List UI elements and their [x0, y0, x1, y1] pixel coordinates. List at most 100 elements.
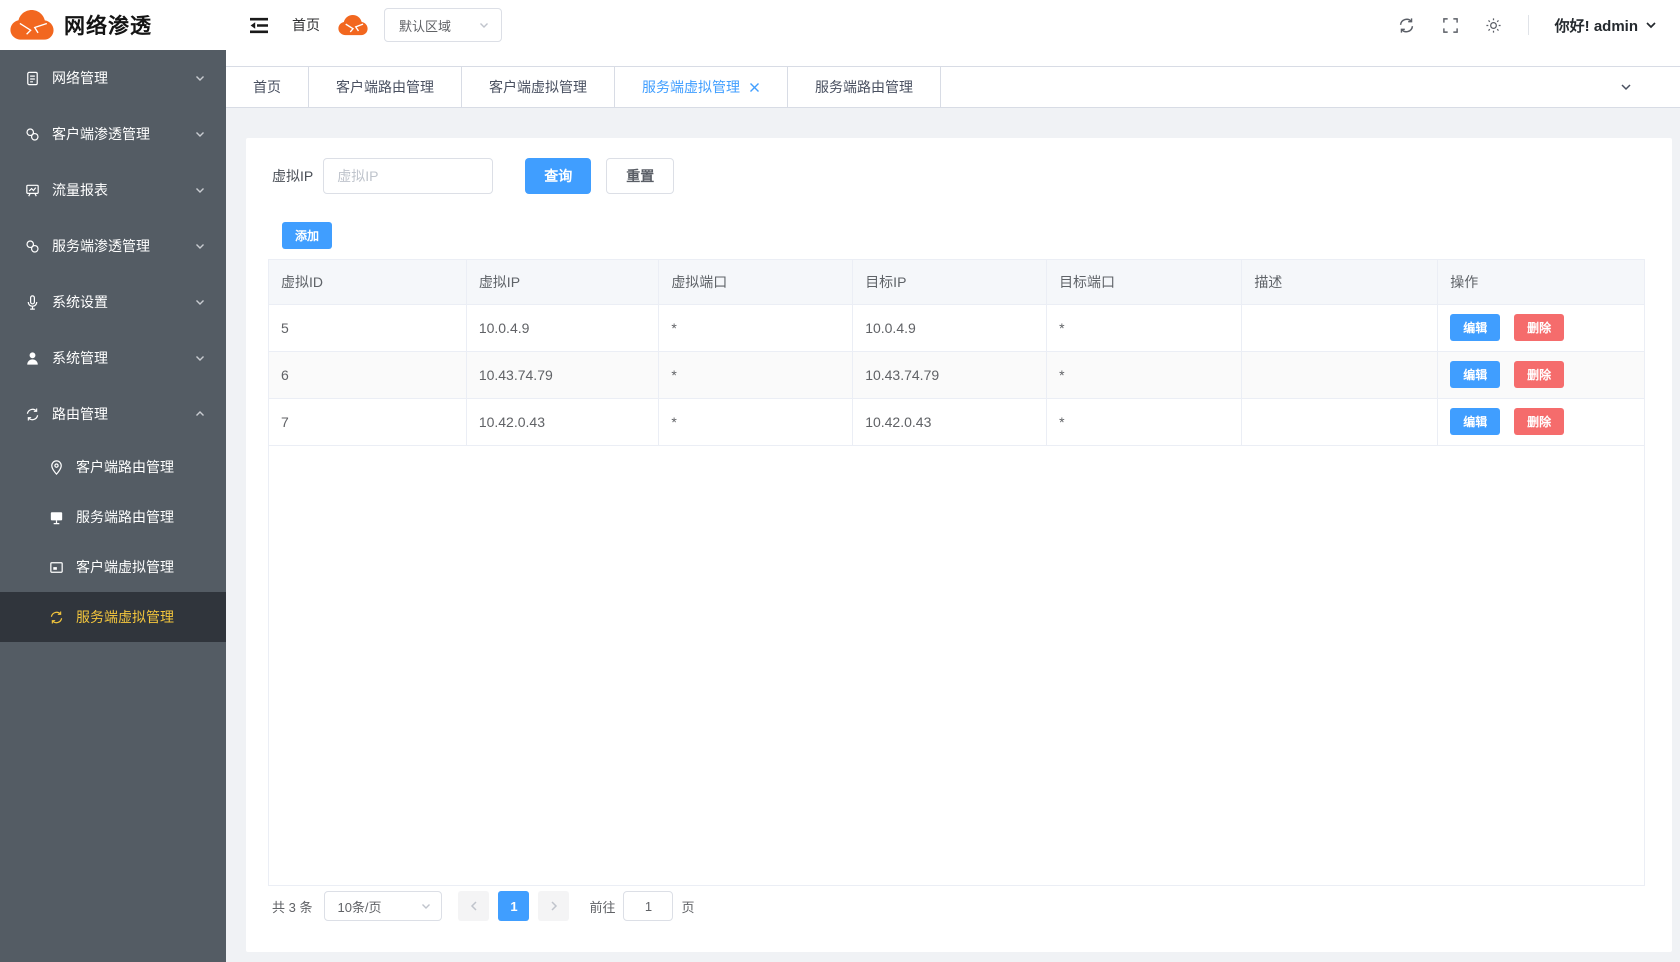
sidebar-item-label: 服务端渗透管理: [52, 236, 183, 256]
virtual-ip-input[interactable]: [323, 158, 493, 194]
col-actions: 操作: [1438, 260, 1644, 304]
cell-description: [1242, 398, 1438, 445]
add-button[interactable]: 添加: [282, 222, 332, 249]
page-size-select[interactable]: 10条/页: [324, 891, 442, 921]
cloud-logo-icon: [10, 10, 54, 41]
sidebar-item-server-pen-mgmt[interactable]: 服务端渗透管理: [0, 218, 226, 274]
col-target-port: 目标端口: [1047, 260, 1242, 304]
chevron-down-icon: [194, 352, 206, 364]
edit-button[interactable]: 编辑: [1450, 361, 1500, 388]
delete-button[interactable]: 删除: [1514, 314, 1564, 341]
tab-label: 客户端虚拟管理: [489, 77, 587, 97]
chevron-down-icon: [194, 184, 206, 196]
chevron-down-icon: [1644, 18, 1658, 32]
cell-target-port: *: [1047, 351, 1242, 398]
chevron-down-icon: [194, 72, 206, 84]
monitor-icon: [48, 509, 65, 526]
filter-form: 虚拟IP 查询 重置: [272, 158, 674, 194]
sidebar-item-label: 流量报表: [52, 180, 183, 200]
table-header-row: 虚拟ID 虚拟IP 虚拟端口 目标IP 目标端口 描述 操作: [269, 260, 1644, 304]
sidebar-subitem-server-virtual-mgmt[interactable]: 服务端虚拟管理: [0, 592, 226, 642]
document-icon: [24, 70, 41, 87]
sidebar-subitem-server-route-mgmt[interactable]: 服务端路由管理: [0, 492, 226, 542]
tab-bar: 首页 客户端路由管理 客户端虚拟管理 服务端虚拟管理 服务端路由管理: [226, 66, 1680, 108]
app-title: 网络渗透: [64, 10, 152, 40]
tab-label: 服务端虚拟管理: [642, 77, 740, 97]
cell-virtual-id: 6: [269, 351, 466, 398]
data-table: 虚拟ID 虚拟IP 虚拟端口 目标IP 目标端口 描述 操作 5 10.0.4.…: [268, 259, 1645, 886]
tab-home[interactable]: 首页: [226, 67, 309, 107]
search-button[interactable]: 查询: [525, 158, 591, 194]
col-virtual-port: 虚拟端口: [659, 260, 853, 304]
sidebar-subitem-label: 服务端虚拟管理: [76, 607, 174, 627]
sidebar-item-label: 网络管理: [52, 68, 183, 88]
delete-button[interactable]: 删除: [1514, 408, 1564, 435]
tab-label: 首页: [253, 77, 281, 97]
sidebar-subitem-label: 服务端路由管理: [76, 507, 174, 527]
page-unit-label: 页: [681, 897, 694, 916]
next-page-button[interactable]: [538, 891, 569, 921]
tab-client-virtual-mgmt[interactable]: 客户端虚拟管理: [462, 67, 615, 107]
cell-description: [1242, 304, 1438, 351]
theme-sun-icon[interactable]: [1485, 17, 1502, 34]
tab-client-route-mgmt[interactable]: 客户端路由管理: [309, 67, 462, 107]
user-menu[interactable]: 你好! admin: [1555, 15, 1658, 36]
link-icon: [24, 238, 41, 255]
table-row: 5 10.0.4.9 * 10.0.4.9 * 编辑 删除: [269, 304, 1644, 351]
fullscreen-icon[interactable]: [1442, 17, 1459, 34]
page-size-value: 10条/页: [337, 897, 419, 916]
sidebar-subitem-client-virtual-mgmt[interactable]: 客户端虚拟管理: [0, 542, 226, 592]
cell-virtual-ip: 10.0.4.9: [466, 304, 659, 351]
sidebar-item-route-mgmt[interactable]: 路由管理: [0, 386, 226, 442]
edit-button[interactable]: 编辑: [1450, 314, 1500, 341]
cell-actions: 编辑 删除: [1438, 398, 1644, 445]
refresh-icon[interactable]: [1397, 16, 1416, 35]
reset-button[interactable]: 重置: [606, 158, 674, 194]
cell-description: [1242, 351, 1438, 398]
chevron-right-icon: [548, 900, 560, 912]
pagination: 共 3 条 10条/页 1 前往 页: [272, 891, 695, 921]
sidebar-collapse-icon[interactable]: [248, 16, 270, 35]
chevron-down-icon: [477, 18, 491, 32]
tabs-dropdown-chevron-icon[interactable]: [1618, 79, 1634, 95]
prev-page-button[interactable]: [458, 891, 489, 921]
tab-server-virtual-mgmt[interactable]: 服务端虚拟管理: [615, 67, 788, 107]
tab-server-route-mgmt[interactable]: 服务端路由管理: [788, 67, 941, 107]
link-icon: [24, 126, 41, 143]
region-select[interactable]: 默认区域: [384, 8, 502, 42]
delete-button[interactable]: 删除: [1514, 361, 1564, 388]
chevron-down-icon: [194, 296, 206, 308]
refresh-icon: [24, 406, 41, 423]
col-description: 描述: [1242, 260, 1438, 304]
tab-label: 服务端路由管理: [815, 77, 913, 97]
sidebar-item-client-pen-mgmt[interactable]: 客户端渗透管理: [0, 106, 226, 162]
content-card: 虚拟IP 查询 重置 添加 虚拟ID 虚拟IP 虚拟端口 目标IP 目标端口: [246, 138, 1672, 952]
goto-page-input[interactable]: [623, 891, 673, 921]
sidebar-item-traffic-report[interactable]: 流量报表: [0, 162, 226, 218]
cell-virtual-port: *: [659, 304, 853, 351]
divider: [1528, 15, 1529, 35]
chevron-up-icon: [194, 408, 206, 420]
cell-target-port: *: [1047, 398, 1242, 445]
sidebar-item-label: 客户端渗透管理: [52, 124, 183, 144]
chart-board-icon: [24, 182, 41, 199]
cell-virtual-ip: 10.43.74.79: [466, 351, 659, 398]
card-icon: [48, 559, 65, 576]
tab-label: 客户端路由管理: [336, 77, 434, 97]
sidebar-item-system-mgmt[interactable]: 系统管理: [0, 330, 226, 386]
sidebar-subitem-client-route-mgmt[interactable]: 客户端路由管理: [0, 442, 226, 492]
greeting-text: 你好! admin: [1555, 15, 1638, 36]
close-icon[interactable]: [749, 82, 760, 93]
table-row: 6 10.43.74.79 * 10.43.74.79 * 编辑 删除: [269, 351, 1644, 398]
sidebar-item-network-mgmt[interactable]: 网络管理: [0, 50, 226, 106]
cell-target-ip: 10.0.4.9: [853, 304, 1047, 351]
edit-button[interactable]: 编辑: [1450, 408, 1500, 435]
sidebar-item-system-settings[interactable]: 系统设置: [0, 274, 226, 330]
cell-virtual-ip: 10.42.0.43: [466, 398, 659, 445]
user-icon: [24, 350, 41, 367]
sidebar-subitem-label: 客户端路由管理: [76, 457, 174, 477]
table-row: 7 10.42.0.43 * 10.42.0.43 * 编辑 删除: [269, 398, 1644, 445]
cell-virtual-id: 7: [269, 398, 466, 445]
page-number-1[interactable]: 1: [498, 891, 529, 921]
breadcrumb-home[interactable]: 首页: [292, 15, 320, 35]
